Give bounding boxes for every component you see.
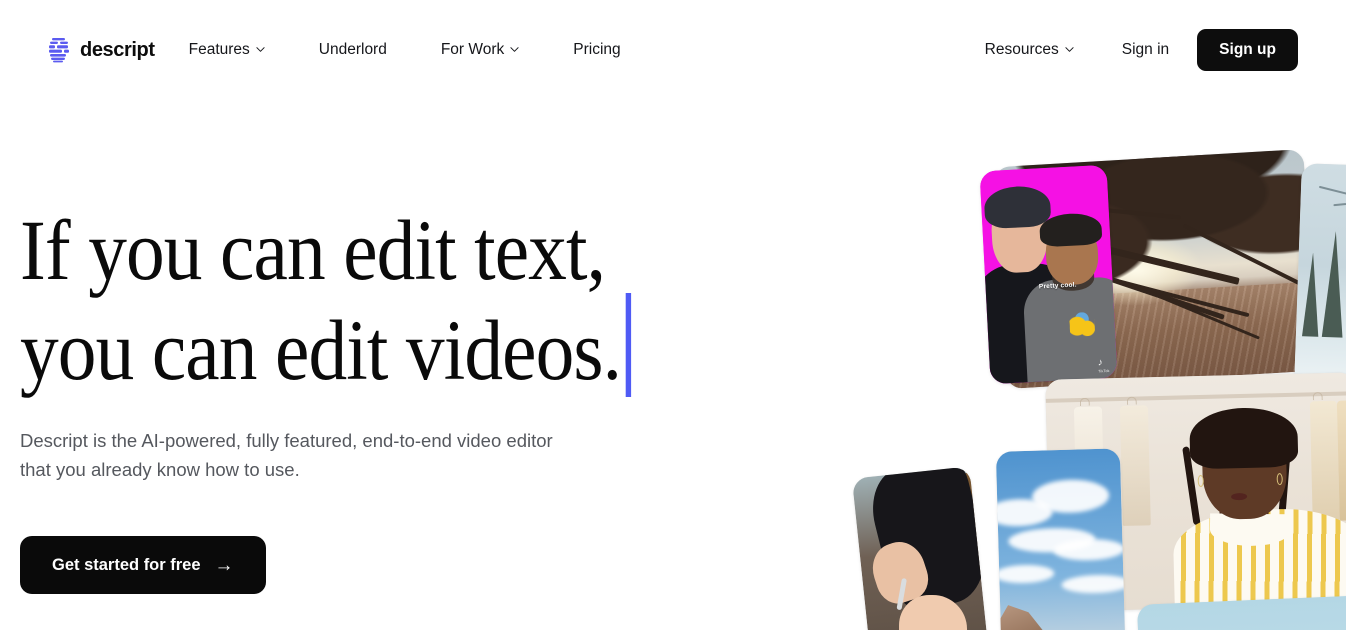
hero-media-collage: Pretty cool. ♪ TikTok [840, 120, 1346, 630]
nav-item-label: For Work [440, 41, 505, 59]
hands-craft-card[interactable] [851, 466, 991, 630]
sign-in-link[interactable]: Sign in [1108, 33, 1183, 67]
tiktok-icon: ♪ TikTok [1097, 357, 1110, 374]
sign-up-button[interactable]: Sign up [1197, 29, 1298, 71]
page-title: If you can edit text, you can edit video… [20, 202, 704, 399]
brand-logo[interactable]: descript [48, 37, 155, 63]
primary-nav-items: Features Underlord For Work Pricing [179, 34, 631, 66]
nav-item-features[interactable]: Features [179, 34, 275, 66]
nav-item-resources[interactable]: Resources [975, 34, 1084, 66]
snowy-forest-scene [1294, 163, 1346, 389]
chevron-down-icon [510, 45, 519, 54]
desert-canyon-scene [995, 448, 1129, 630]
nav-item-label: Features [188, 41, 250, 59]
subhead-line-2: that you already know how to use. [20, 458, 300, 480]
headline-line-2-wrapper: you can edit videos. [20, 293, 631, 399]
nav-item-label: Underlord [318, 41, 387, 59]
arrow-right-icon: → [214, 554, 234, 576]
top-navigation-bar: descript Features Underlord For Work Pri… [0, 0, 1346, 100]
descript-logo-icon [48, 37, 70, 63]
landing-page: descript Features Underlord For Work Pri… [0, 0, 1346, 630]
hero-section: If you can edit text, you can edit video… [20, 202, 780, 595]
headline-line-2: you can edit videos. [20, 302, 622, 399]
snowy-forest-card[interactable] [1294, 163, 1346, 389]
get-started-button[interactable]: Get started for free → [20, 536, 266, 595]
chevron-down-icon [1065, 45, 1074, 54]
headline-line-1: If you can edit text, [20, 202, 606, 298]
nav-item-underlord[interactable]: Underlord [309, 34, 397, 66]
nav-item-pricing[interactable]: Pricing [563, 34, 630, 66]
desert-canyon-card[interactable] [995, 448, 1129, 630]
pink-talking-heads-card[interactable]: Pretty cool. ♪ TikTok [979, 164, 1118, 385]
chevron-down-icon [256, 45, 265, 54]
nav-item-label: Resources [984, 41, 1059, 59]
pink-talking-heads-scene: Pretty cool. ♪ TikTok [979, 164, 1118, 385]
subhead-line-1: Descript is the AI-powered, fully featur… [20, 430, 553, 452]
secondary-nav-items: Resources Sign in Sign up [975, 29, 1298, 71]
text-caret-icon [625, 293, 631, 398]
cta-label: Get started for free [52, 555, 201, 574]
nav-item-for-work[interactable]: For Work [431, 34, 529, 66]
hands-craft-scene [851, 466, 991, 630]
nav-item-label: Pricing [573, 41, 621, 59]
hero-subheading: Descript is the AI-powered, fully featur… [20, 427, 660, 484]
brand-name: descript [80, 38, 155, 61]
